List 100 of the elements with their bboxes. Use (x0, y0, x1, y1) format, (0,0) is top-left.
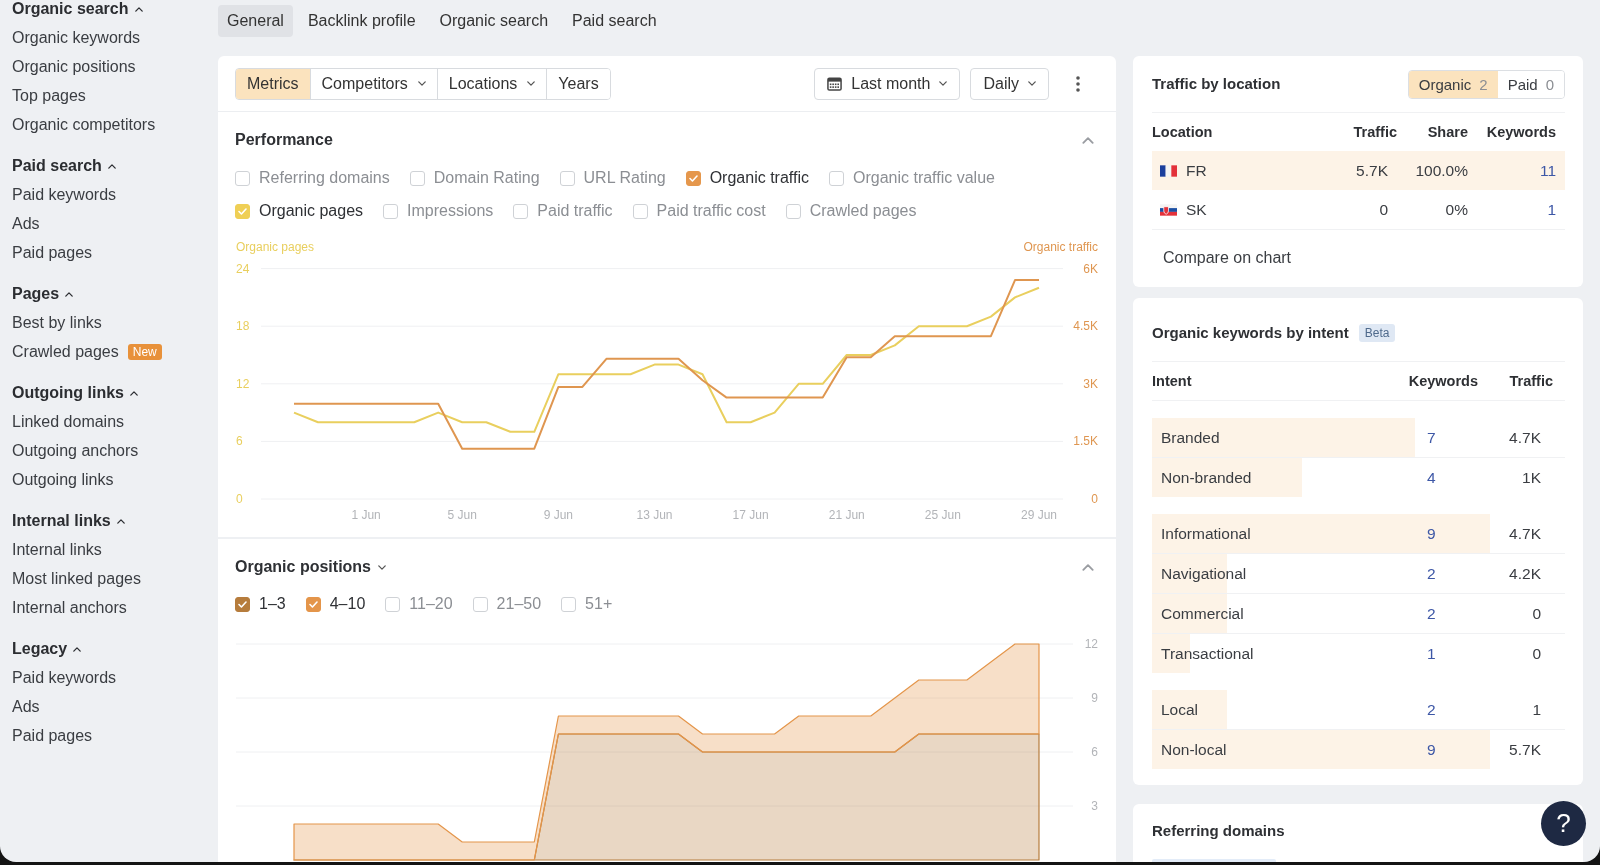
table-cell-text: Informational (1160, 524, 1252, 543)
sidebar-item[interactable]: Organic positions (12, 56, 136, 77)
keyword-count-link[interactable]: 1 (1427, 644, 1436, 662)
axis-tick-label: 1 Jun (351, 508, 381, 522)
segment-button[interactable]: Metrics (236, 68, 310, 99)
keyword-count-link[interactable]: 2 (1427, 564, 1436, 582)
checkbox[interactable] (785, 203, 801, 219)
sidebar-item[interactable]: Organic competitors (12, 114, 156, 135)
keyword-count-link[interactable]: 4 (1427, 468, 1436, 486)
checkbox[interactable] (235, 596, 250, 612)
table-cell: SK (1186, 200, 1207, 219)
sidebar-section-toggle[interactable]: Paid search (12, 157, 116, 175)
keyword-count-link[interactable]: 11 (1539, 161, 1556, 179)
checkbox[interactable] (472, 596, 488, 612)
kebab-menu-icon[interactable] (1076, 75, 1080, 92)
sidebar-item[interactable]: Outgoing links (12, 469, 114, 490)
checkbox[interactable] (559, 170, 575, 186)
checkbox[interactable] (513, 203, 529, 219)
checkbox-label: 51+ (585, 595, 613, 613)
axis-tick-label: 4.5K (1073, 319, 1098, 334)
table-cell-text: Transactional (1160, 644, 1255, 663)
keyword-count-link[interactable]: 7 (1427, 428, 1436, 446)
tab[interactable]: Backlink profile (298, 5, 425, 37)
checkbox[interactable] (561, 596, 577, 612)
toggle-tab[interactable]: Organic 2 (1408, 70, 1498, 98)
column-header: Keywords (1485, 124, 1557, 140)
axis-tick-label: 6 (236, 434, 243, 449)
sidebar-item[interactable]: Ads (12, 696, 40, 717)
sidebar-section-toggle[interactable]: Pages (12, 285, 74, 303)
table-cell-text: Commercial (1160, 604, 1245, 623)
keyword-count-link[interactable]: 9 (1427, 740, 1436, 758)
beta-badge: Beta (1358, 324, 1396, 342)
sidebar-item[interactable]: Linked domains (12, 411, 125, 432)
sidebar-item[interactable]: Best by links (12, 312, 102, 333)
table-cell-text: 0 (1531, 644, 1542, 663)
sidebar-item[interactable]: Organic keywords (12, 27, 141, 48)
sidebar-section-toggle[interactable]: Outgoing links (12, 384, 138, 402)
axis-tick-label: 3 (1091, 799, 1098, 813)
table-cell-text: 1 (1531, 700, 1542, 719)
checkbox-label: 11–20 (409, 595, 453, 613)
keyword-count-link[interactable]: 9 (1427, 524, 1436, 542)
checkbox-label: 4–10 (329, 595, 366, 613)
interval-button[interactable]: Daily (970, 67, 1049, 100)
sidebar-item[interactable]: Top pages (12, 85, 86, 106)
checkbox-label: Organic traffic (709, 169, 809, 187)
axis-tick-label: 12 (1084, 637, 1098, 651)
axis-tick-label: 18 (236, 319, 250, 334)
axis-tick-label: 6K (1083, 261, 1098, 276)
sidebar-item[interactable]: Most linked pages (12, 568, 141, 589)
sidebar-item[interactable]: Paid pages (12, 242, 93, 263)
axis-tick-label: 0 (236, 492, 243, 506)
column-header: Intent (1152, 373, 1193, 389)
checkbox[interactable] (632, 203, 648, 219)
caret-down-icon (1028, 81, 1036, 86)
checkbox[interactable] (235, 170, 250, 186)
column-header: Share (1426, 124, 1468, 140)
table-cell-text: 5.7K (1508, 740, 1542, 759)
checkbox[interactable] (685, 170, 701, 186)
table-cell-text: 0 (1378, 200, 1389, 219)
table-cell-text: Navigational (1160, 564, 1248, 583)
sidebar-item[interactable]: Ads (12, 213, 40, 234)
table-cell-text: 100.0% (1414, 161, 1468, 180)
table-cell-text: 4.7K (1508, 524, 1542, 543)
segment-button[interactable]: Years (546, 68, 610, 99)
tab[interactable]: Paid search (563, 5, 666, 37)
checkbox[interactable] (828, 170, 844, 186)
sidebar-item[interactable]: Paid pages (12, 725, 93, 746)
sidebar-section-toggle[interactable]: Organic search (12, 0, 143, 18)
checkbox[interactable] (409, 170, 425, 186)
checkbox[interactable] (385, 596, 401, 612)
sidebar-item[interactable]: Internal anchors (12, 597, 127, 618)
keyword-count-link[interactable]: 1 (1547, 200, 1556, 218)
sidebar-item[interactable]: Crawled pages (12, 341, 119, 362)
france-flag-icon (1160, 164, 1177, 177)
chevron-up-icon[interactable] (1082, 136, 1094, 144)
sidebar-item[interactable]: Paid keywords (12, 667, 117, 688)
sidebar-item[interactable]: Paid keywords (12, 184, 117, 205)
compare-link[interactable]: Compare on chart (1163, 248, 1292, 268)
sidebar-section-toggle[interactable]: Legacy (12, 640, 82, 658)
sidebar-item[interactable]: Internal links (12, 539, 102, 560)
checkbox[interactable] (235, 203, 250, 219)
axis-tick-label: 24 (236, 261, 250, 276)
tab[interactable]: General (218, 5, 293, 37)
date-range-button[interactable]: Last month (814, 67, 961, 100)
checkbox[interactable] (383, 203, 399, 219)
section-dropdown[interactable]: Organic positions (235, 555, 386, 579)
checkbox-label: Paid traffic (537, 202, 613, 220)
check-icon (308, 600, 318, 608)
axis-title: Organic traffic (1023, 240, 1098, 254)
table-cell-text: Non-branded (1160, 468, 1253, 487)
tab[interactable]: Organic search (430, 5, 558, 37)
chevron-up-icon[interactable] (1082, 563, 1094, 571)
keyword-count-link[interactable]: 2 (1427, 700, 1436, 718)
keyword-count-link[interactable]: 2 (1427, 604, 1436, 622)
sidebar-item[interactable]: Outgoing anchors (12, 440, 139, 461)
checkbox-label: Crawled pages (809, 202, 917, 220)
table-cell-text: 1K (1521, 468, 1542, 487)
axis-tick-label: 12 (236, 376, 250, 391)
sidebar-section-toggle[interactable]: Internal links (12, 512, 125, 530)
checkbox[interactable] (305, 596, 321, 612)
